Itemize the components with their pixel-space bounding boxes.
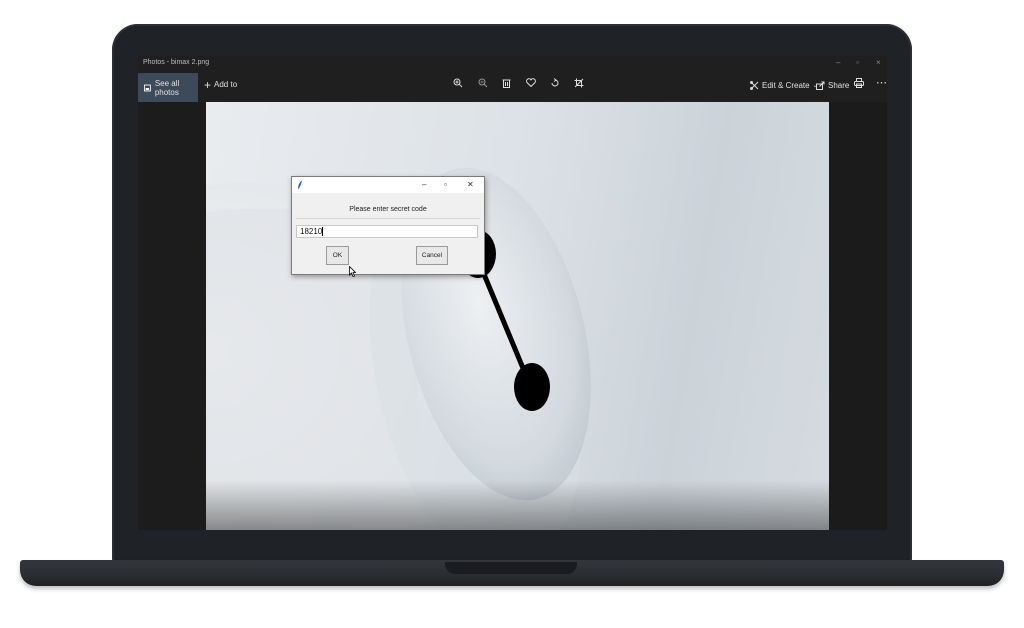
share-button[interactable]: Share <box>816 81 849 90</box>
text-caret <box>322 227 324 237</box>
zoom-in-icon[interactable] <box>453 78 463 91</box>
dialog-divider <box>296 218 480 219</box>
more-options-icon[interactable]: ⋯ <box>876 76 887 89</box>
viewer-side-panel <box>829 102 887 530</box>
print-icon[interactable] <box>854 78 864 91</box>
maximize-icon[interactable]: ▫ <box>856 58 859 67</box>
edit-create-label: Edit & Create <box>762 81 810 90</box>
see-all-photos-label: See all photos <box>154 78 180 97</box>
dialog-maximize-icon[interactable]: ▫ <box>444 180 447 189</box>
share-label: Share <box>828 81 850 90</box>
secret-code-value: 18210 <box>300 227 323 236</box>
dialog-minimize-icon[interactable]: – <box>422 180 426 189</box>
minimize-icon[interactable]: – <box>836 58 840 67</box>
zoom-out-icon[interactable] <box>478 78 488 91</box>
window-titlebar: Photos - bimax 2.png – ▫ × <box>138 56 887 70</box>
laptop-notch <box>445 562 577 574</box>
photo-viewer-image <box>206 102 829 530</box>
dialog-prompt: Please enter secret code <box>349 206 427 213</box>
secret-code-input[interactable]: 18210 <box>296 225 478 238</box>
secret-code-dialog: – ▫ ✕ Please enter secret code 18210 OK … <box>291 176 485 275</box>
dialog-titlebar: – ▫ ✕ <box>292 177 484 193</box>
add-to-label: Add to <box>214 80 238 89</box>
plus-icon: + <box>204 77 212 92</box>
mouse-pointer-icon <box>349 266 356 277</box>
ok-button[interactable]: OK <box>326 246 349 265</box>
character-artwork <box>206 167 591 530</box>
edit-create-icon <box>750 81 759 90</box>
feather-icon <box>298 180 302 190</box>
photo-bottom-fade <box>206 480 829 530</box>
laptop-screen: Photos - bimax 2.png – ▫ × See all photo… <box>138 56 887 530</box>
rotate-icon[interactable] <box>550 78 560 91</box>
edit-create-button[interactable]: Edit & Create ⌄ <box>750 81 818 90</box>
crop-icon[interactable] <box>574 78 584 91</box>
favorite-icon[interactable] <box>526 78 536 90</box>
photos-toolbar: See all photos + Add to Edit & Create ⌄ <box>138 70 887 102</box>
cancel-button[interactable]: Cancel <box>416 246 448 265</box>
delete-icon[interactable] <box>502 78 511 91</box>
photos-icon <box>144 84 151 91</box>
share-icon <box>816 81 825 90</box>
window-title: Photos - bimax 2.png <box>143 59 210 66</box>
add-to-button[interactable]: + Add to <box>204 77 238 92</box>
close-icon[interactable]: × <box>876 58 881 67</box>
dialog-close-icon[interactable]: ✕ <box>467 180 474 189</box>
see-all-photos-button[interactable]: See all photos <box>138 73 198 102</box>
